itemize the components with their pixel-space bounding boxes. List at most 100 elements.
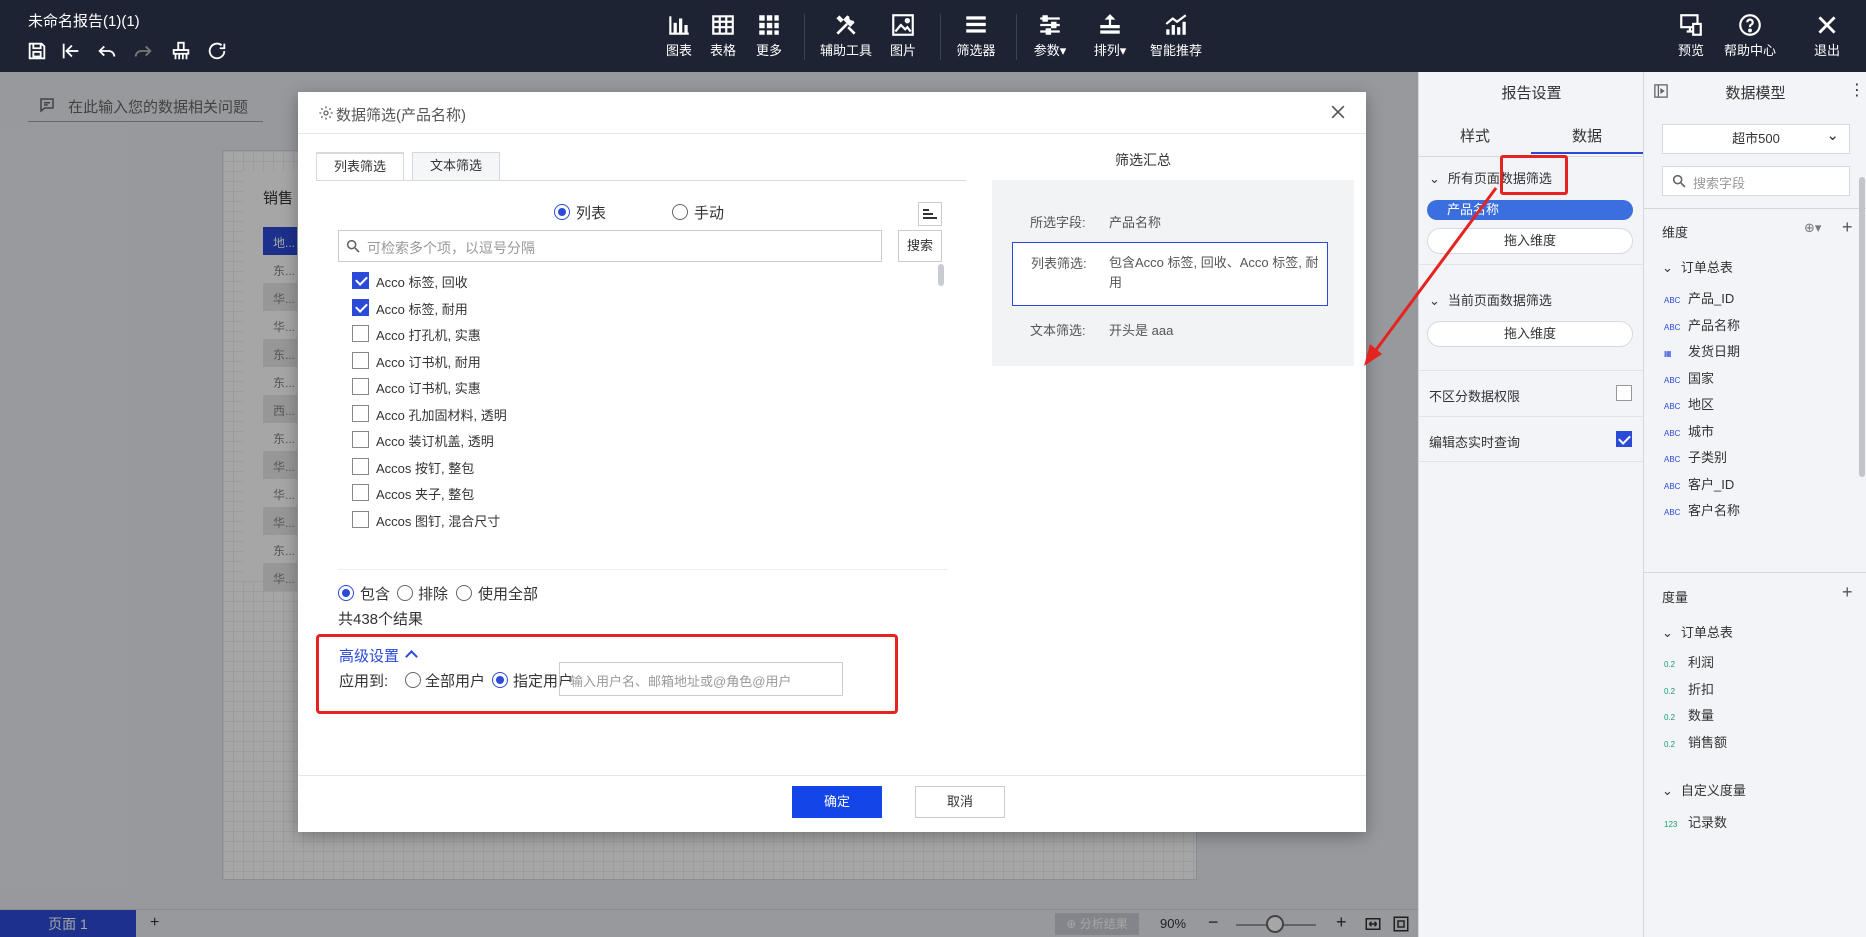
summary-list-filter[interactable]: 列表筛选: 包含Acco 标签, 回收、Acco 标签, 耐用	[1012, 242, 1328, 306]
table-label: 表格	[709, 43, 736, 58]
add-measure-button[interactable]: +	[1842, 582, 1853, 603]
add-dimension-button[interactable]: +	[1842, 217, 1853, 238]
mode-manual-radio[interactable]	[672, 204, 688, 220]
item-checkbox[interactable]	[352, 404, 369, 422]
field-type-icon: ABC	[1664, 322, 1681, 332]
custom-measure-group[interactable]: 自定义度量	[1662, 780, 1746, 799]
image-button[interactable]: 图片	[888, 12, 918, 62]
format-brush-icon[interactable]	[170, 40, 192, 62]
data-model-panel: 数据模型 ⋮ 超市500 搜索字段 维度 ⊕▾ + 订单总表 ABC产品_IDA…	[1643, 72, 1866, 937]
dimensions-header: 维度	[1662, 225, 1689, 240]
preview-button[interactable]: 预览	[1676, 12, 1706, 62]
document-title[interactable]: 未命名报告(1)(1)	[28, 10, 140, 31]
item-checkbox[interactable]	[352, 351, 369, 369]
trend-chart-icon	[1165, 14, 1187, 35]
field-item[interactable]: ABC 地区	[1664, 394, 1714, 413]
arrange-button[interactable]: 排列▾	[1090, 12, 1130, 62]
params-button[interactable]: 参数▾	[1030, 12, 1070, 62]
include-radio[interactable]	[338, 585, 354, 601]
item-checkbox[interactable]	[352, 298, 369, 316]
field-item[interactable]: ABC 城市	[1664, 421, 1714, 440]
model-scrollbar[interactable]	[1859, 177, 1865, 477]
edit-realtime-checkbox[interactable]	[1616, 431, 1632, 447]
table-button[interactable]: 表格	[708, 12, 738, 62]
field-type-icon: ▦	[1664, 349, 1672, 358]
no-permission-checkbox[interactable]	[1616, 385, 1632, 401]
help-center-button[interactable]: 帮助中心	[1722, 12, 1778, 62]
filter-value-list: Acco 标签, 回收 Acco 标签, 耐用 Acco 打孔机, 实惠 Acco 订…	[338, 264, 948, 570]
tab-text-filter[interactable]: 文本筛选	[412, 152, 500, 180]
globe-icon[interactable]: ⊕▾	[1804, 220, 1821, 236]
list-scrollbar[interactable]	[938, 264, 944, 286]
refresh-icon[interactable]	[206, 40, 228, 62]
dimension-group[interactable]: 订单总表	[1662, 257, 1733, 276]
field-item[interactable]: 0.2 折扣	[1664, 679, 1714, 698]
field-type-icon: ABC	[1664, 402, 1681, 411]
more-button[interactable]: 更多	[754, 12, 784, 62]
field-search-input[interactable]: 搜索字段	[1662, 166, 1850, 196]
cancel-button[interactable]: 取消	[915, 786, 1005, 818]
measure-group[interactable]: 订单总表	[1662, 622, 1733, 641]
specific-users-radio[interactable]	[492, 672, 508, 688]
tab-style[interactable]: 样式	[1419, 120, 1531, 154]
field-name: 客户名称	[1688, 503, 1741, 518]
item-checkbox[interactable]	[352, 325, 369, 342]
use-all-label: 使用全部	[478, 586, 539, 603]
tab-data[interactable]: 数据	[1531, 120, 1643, 154]
advanced-settings-toggle[interactable]: 高级设置	[339, 645, 416, 666]
item-checkbox[interactable]	[352, 484, 369, 501]
search-button[interactable]: 搜索	[898, 230, 942, 262]
summary-list-key: 列表筛选:	[1031, 256, 1087, 271]
item-checkbox[interactable]	[352, 431, 369, 448]
field-item[interactable]: ABC 产品_ID	[1664, 288, 1734, 307]
params-label: 参数▾	[1033, 43, 1067, 58]
chart-label: 图表	[665, 43, 692, 58]
toolbar-divider	[1016, 14, 1017, 60]
back-to-start-icon[interactable]	[60, 40, 82, 62]
arrange-icon	[1100, 14, 1120, 34]
mode-list-radio[interactable]	[554, 204, 570, 220]
filter-button[interactable]: 筛选器	[954, 12, 998, 62]
gear-icon	[319, 106, 333, 120]
field-item[interactable]: 0.2 利润	[1664, 652, 1714, 671]
field-item[interactable]: 0.2 数量	[1664, 705, 1714, 724]
field-search-placeholder: 搜索字段	[1693, 176, 1746, 191]
dialog-title: 数据筛选(产品名称)	[336, 107, 466, 124]
item-checkbox[interactable]	[352, 510, 369, 528]
field-item[interactable]: ABC 客户名称	[1664, 500, 1740, 519]
field-item[interactable]: 0.2 销售额	[1664, 732, 1727, 751]
field-item[interactable]: 123 记录数	[1664, 812, 1727, 831]
field-item[interactable]: ABC 子类别	[1664, 447, 1727, 466]
save-icon[interactable]	[26, 40, 48, 62]
field-type-icon: ABC	[1664, 375, 1681, 385]
exclude-radio[interactable]	[397, 585, 413, 601]
item-checkbox[interactable]	[352, 272, 369, 289]
confirm-button[interactable]: 确定	[792, 786, 882, 818]
edit-realtime-label: 编辑态实时查询	[1429, 435, 1521, 450]
chart-button[interactable]: 图表	[664, 12, 694, 62]
field-item[interactable]: ▦ 发货日期	[1664, 341, 1740, 360]
undo-icon[interactable]	[96, 40, 118, 62]
dataset-select[interactable]: 超市500	[1662, 122, 1850, 154]
close-icon[interactable]	[1328, 102, 1348, 122]
smart-recommend-button[interactable]: 智能推荐	[1148, 12, 1204, 62]
tab-list-filter[interactable]: 列表筛选	[316, 152, 404, 180]
item-checkbox[interactable]	[352, 378, 369, 395]
field-type-icon: ABC	[1664, 508, 1681, 517]
more-options-icon[interactable]: ⋮	[1849, 80, 1865, 100]
use-all-radio[interactable]	[456, 585, 472, 601]
search-icon	[346, 239, 360, 253]
item-checkbox[interactable]	[352, 457, 369, 475]
field-item[interactable]: ABC 国家	[1664, 368, 1714, 387]
all-users-radio[interactable]	[405, 672, 421, 688]
sort-button[interactable]	[918, 202, 942, 226]
auxiliary-tools-button[interactable]: 辅助工具	[818, 12, 874, 62]
exit-button[interactable]: 退出	[1812, 12, 1842, 62]
user-input[interactable]: 输入用户名、邮箱地址或@角色@用户	[559, 662, 843, 696]
redo-icon[interactable]	[132, 40, 154, 62]
item-label: Acco 装订机盖, 透明	[376, 434, 494, 449]
field-item[interactable]: ABC 客户_ID	[1664, 474, 1734, 493]
field-item[interactable]: ABC 产品名称	[1664, 315, 1740, 334]
list-search-input[interactable]: 可检索多个项，以逗号分隔	[338, 230, 882, 262]
edit-realtime-option: 编辑态实时查询	[1419, 416, 1644, 462]
